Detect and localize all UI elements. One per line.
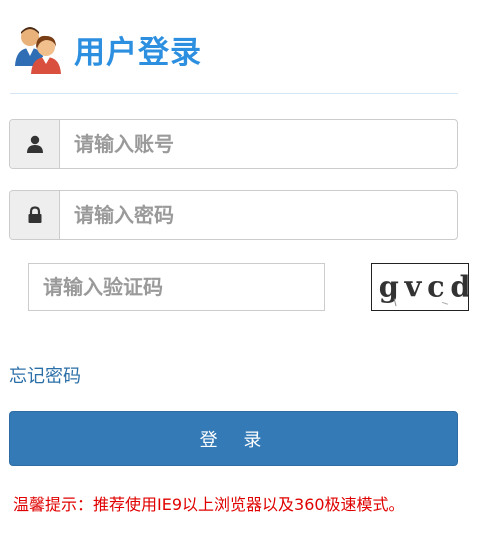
user-icon [26, 135, 43, 153]
header-divider [10, 93, 458, 94]
lock-icon [28, 206, 41, 223]
page-header: 用户登录 [10, 22, 202, 76]
user-icon-addon [10, 120, 60, 168]
browser-tip: 温馨提示：推荐使用IE9以上浏览器以及360极速模式。 [13, 495, 405, 514]
lock-icon-addon [10, 191, 60, 239]
username-group [9, 119, 458, 169]
captcha-image[interactable]: gvcd [371, 263, 469, 311]
page-title: 用户登录 [74, 34, 202, 71]
login-button[interactable]: 登 录 [9, 411, 458, 466]
users-icon [15, 27, 61, 74]
password-group [9, 190, 458, 240]
username-input[interactable] [60, 120, 457, 168]
forgot-password-link[interactable]: 忘记密码 [9, 362, 81, 388]
captcha-input[interactable] [28, 263, 325, 311]
captcha-text: gvcd [379, 270, 469, 304]
password-input[interactable] [60, 191, 457, 239]
